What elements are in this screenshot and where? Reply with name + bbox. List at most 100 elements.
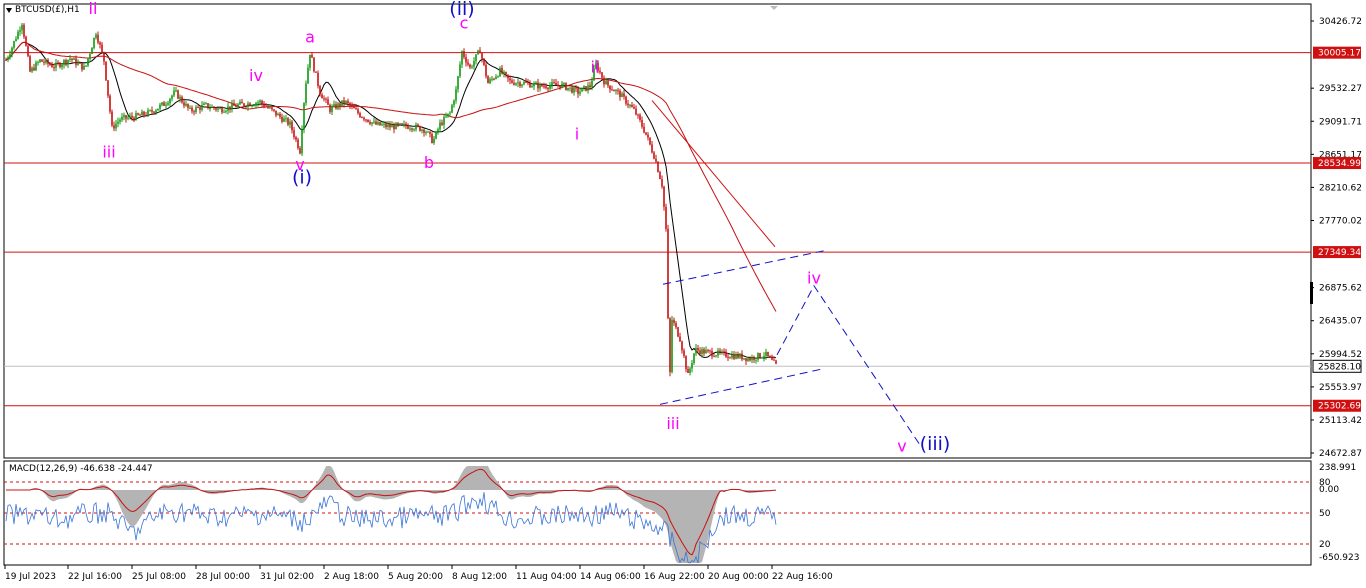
candle-body — [653, 152, 655, 159]
candle-body — [623, 93, 625, 97]
candle-body — [169, 98, 171, 104]
candle-body — [621, 93, 623, 98]
candle-body — [161, 102, 163, 105]
candle-body — [91, 47, 93, 54]
candle-body — [33, 67, 35, 71]
candle-body — [295, 137, 297, 140]
candle-body — [375, 121, 377, 125]
candle-body — [731, 354, 733, 358]
candle-body — [677, 327, 679, 337]
candle-body — [135, 113, 137, 121]
candle-body — [127, 117, 129, 119]
candle-body — [537, 82, 539, 89]
candle-body — [527, 82, 529, 84]
candle-body — [395, 123, 397, 130]
symbol-header[interactable]: BTCUSD(£),H1 — [6, 5, 80, 15]
candle-body — [535, 82, 537, 84]
time-axis-label: 16 Aug 22:00 — [644, 572, 705, 582]
candle-body — [667, 228, 669, 319]
candle-body — [287, 118, 289, 125]
candle-body — [639, 114, 641, 120]
candle-body — [143, 111, 145, 115]
candle-body — [371, 122, 373, 124]
candle-body — [675, 322, 677, 328]
candle-body — [101, 44, 103, 52]
candle-body — [235, 105, 237, 108]
candle-body — [661, 179, 663, 187]
candle-body — [343, 100, 345, 104]
candle-body — [545, 86, 547, 89]
candle-body — [205, 103, 207, 105]
candle-body — [121, 116, 123, 120]
candle-body — [655, 158, 657, 162]
candle-body — [541, 83, 543, 87]
candle-body — [699, 350, 701, 355]
candle-body — [697, 347, 699, 351]
candle-body — [683, 350, 685, 357]
candle-body — [775, 360, 777, 364]
candle-body — [5, 59, 7, 61]
candle-body — [243, 103, 245, 106]
candle-body — [463, 51, 465, 58]
candle-body — [603, 77, 605, 85]
candle-body — [129, 115, 131, 118]
macd-axis-label: 20 — [1319, 540, 1331, 550]
candle-body — [615, 90, 617, 92]
candle-body — [69, 58, 71, 60]
candle-body — [631, 104, 633, 108]
candle-body — [407, 126, 409, 129]
candle-body — [401, 123, 403, 125]
candle-body — [317, 72, 319, 86]
candle-body — [147, 110, 149, 116]
candle-body — [171, 95, 173, 99]
candle-body — [73, 58, 75, 60]
candle-body — [249, 103, 251, 107]
price-axis-label: 30426.72 — [1319, 17, 1362, 27]
price-chart[interactable]: iiiiiaivv(i)(ii)cbiiiiiiivv (iii) 30426.7… — [0, 0, 1366, 588]
candle-body — [729, 357, 731, 359]
candle-body — [509, 78, 511, 81]
candle-body — [341, 100, 343, 107]
candle-body — [153, 111, 155, 113]
candle-body — [179, 96, 181, 99]
candle-body — [259, 100, 261, 103]
candle-body — [345, 100, 347, 104]
wave-label: c — [460, 13, 469, 32]
candle-body — [457, 76, 459, 90]
candle-body — [413, 129, 415, 131]
candle-body — [707, 350, 709, 352]
candle-body — [531, 86, 533, 88]
candle-body — [247, 103, 249, 107]
candle-body — [37, 62, 39, 64]
dropdown-triangle-icon[interactable] — [6, 7, 12, 13]
time-axis-label: 22 Jul 16:00 — [68, 572, 122, 582]
candle-body — [297, 139, 299, 149]
price-axis-label: 24672.87 — [1319, 449, 1362, 459]
candle-body — [361, 116, 363, 118]
scroll-handle[interactable] — [1310, 282, 1313, 304]
candle-body — [217, 108, 219, 110]
candle-body — [417, 124, 419, 127]
candle-body — [269, 107, 271, 109]
candle-body — [367, 119, 369, 123]
candle-body — [461, 51, 463, 65]
candle-body — [309, 54, 311, 68]
candle-body — [103, 51, 105, 62]
candle-body — [709, 350, 711, 352]
candle-body — [573, 87, 575, 93]
candle-body — [173, 90, 175, 96]
candle-body — [767, 351, 769, 357]
candle-body — [51, 64, 53, 68]
time-axis-label: 25 Jul 08:00 — [132, 572, 186, 582]
candle-body — [687, 369, 689, 373]
candle-body — [513, 82, 515, 85]
candle-body — [387, 124, 389, 128]
candle-body — [301, 129, 303, 154]
time-axis-label: 31 Jul 02:00 — [260, 572, 314, 582]
candle-body — [757, 353, 759, 360]
candle-body — [349, 103, 351, 106]
candle-body — [81, 63, 83, 70]
candle-body — [475, 54, 477, 62]
candle-body — [613, 90, 615, 92]
level-price-label: 30005.17 — [1318, 49, 1361, 59]
